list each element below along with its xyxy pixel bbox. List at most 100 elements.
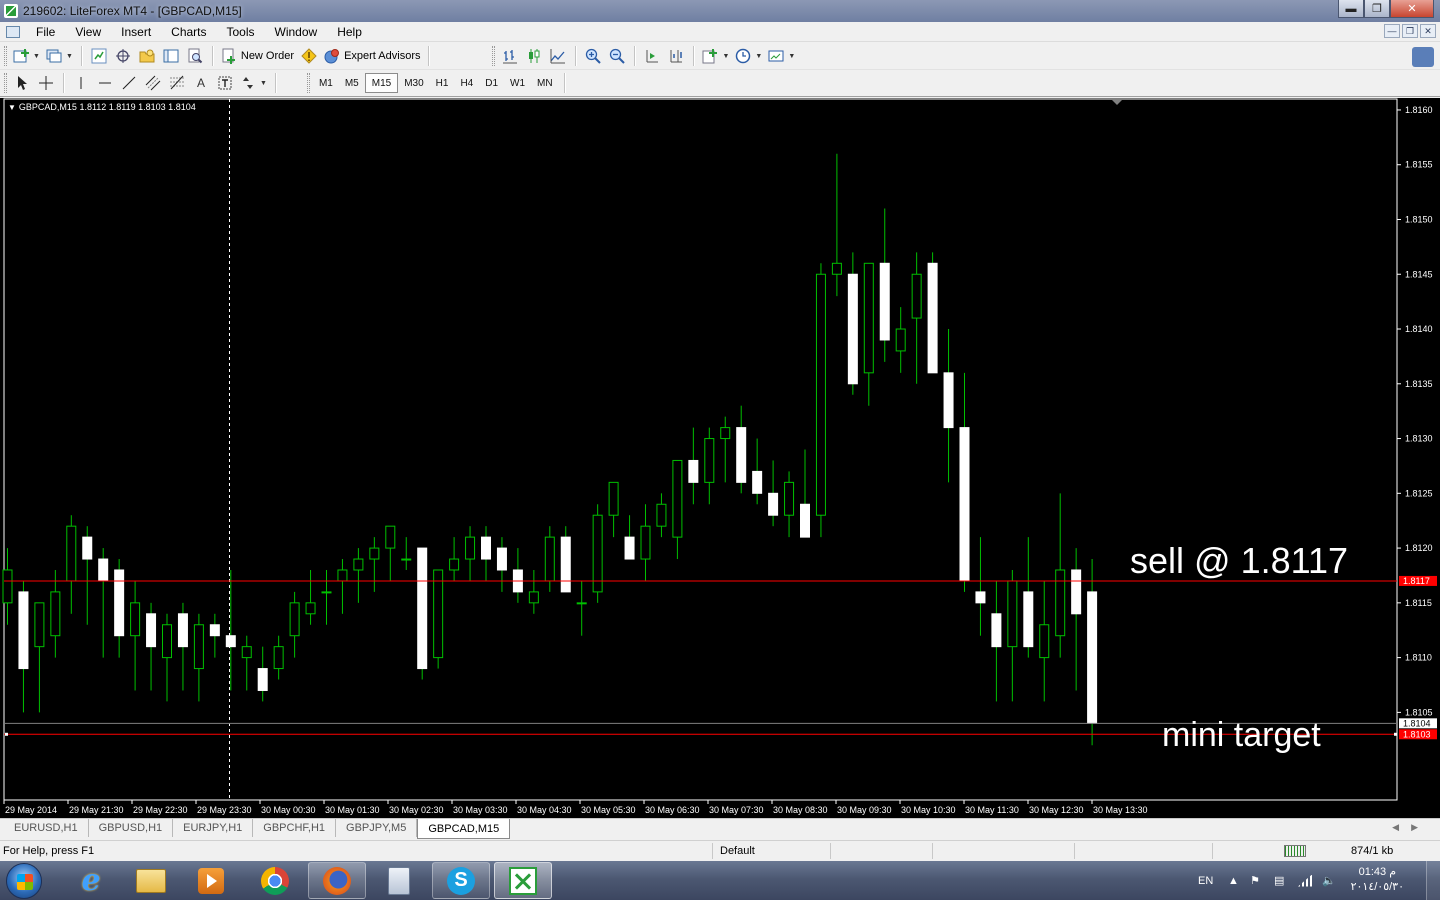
taskbar-firefox[interactable]: [308, 862, 366, 899]
bear-candle-body: [1071, 569, 1082, 615]
timeframe-h1[interactable]: H1: [430, 73, 455, 93]
crosshair-button[interactable]: [34, 72, 58, 94]
help-icon[interactable]: [1412, 47, 1434, 67]
menu-window[interactable]: Window: [265, 25, 328, 39]
toolbar-separator: [428, 46, 430, 66]
trendline-button[interactable]: [117, 72, 141, 94]
tab-gbpchf-h1[interactable]: GBPCHF,H1: [253, 819, 337, 837]
bull-candle-body: [895, 328, 906, 352]
tab-gbpusd-h1[interactable]: GBPUSD,H1: [89, 819, 174, 837]
market-watch-button[interactable]: [87, 45, 111, 67]
show-desktop-button[interactable]: [1426, 861, 1440, 900]
volume-icon[interactable]: 🔈: [1322, 861, 1336, 900]
line-chart-button[interactable]: [546, 45, 570, 67]
profiles-button[interactable]: ▼: [43, 45, 76, 67]
system-clock[interactable]: 01:43 م ٢٠١٤/٠٥/٣٠: [1351, 865, 1404, 895]
navigator-button[interactable]: [135, 45, 159, 67]
new-chart-button[interactable]: ▼: [10, 45, 43, 67]
taskbar-media-player[interactable]: [182, 862, 240, 899]
child-restore-button[interactable]: ❐: [1402, 24, 1418, 38]
zoom-in-button[interactable]: [581, 45, 605, 67]
taskbar-file-explorer[interactable]: [122, 862, 180, 899]
clock-time: 01:43 م: [1358, 866, 1396, 878]
bear-candle-body: [752, 470, 763, 494]
tab-eurjpy-h1[interactable]: EURJPY,H1: [173, 819, 254, 837]
timeframe-mn[interactable]: MN: [531, 73, 559, 93]
taskbar-metatrader[interactable]: [494, 862, 552, 899]
metaeditor-button[interactable]: [297, 45, 321, 67]
vertical-line-button[interactable]: [69, 72, 93, 94]
show-hidden-icons-button[interactable]: ▲: [1228, 861, 1239, 900]
toolbar-grip[interactable]: [306, 73, 310, 93]
chart-window[interactable]: 1.8160 1.8155 1.8150 1.8145 1.8140 1.8135 1.81…: [0, 98, 1440, 818]
x-axis-label: 30 May 00:30: [261, 805, 316, 815]
timeframe-m5[interactable]: M5: [339, 73, 365, 93]
minimize-button[interactable]: ▬: [1338, 0, 1364, 18]
bull-candle-body: [241, 646, 252, 659]
price-chart[interactable]: 1.8160 1.8155 1.8150 1.8145 1.8140 1.8135 1.81…: [0, 98, 1440, 818]
child-close-button[interactable]: ✕: [1420, 24, 1436, 38]
periods-button[interactable]: ▼: [732, 45, 765, 67]
menu-tools[interactable]: Tools: [217, 25, 265, 39]
tab-gbpcad-m15[interactable]: GBPCAD,M15: [417, 819, 511, 839]
taskbar-internet-explorer[interactable]: e: [62, 862, 120, 899]
chart-window-icon[interactable]: [6, 25, 20, 38]
menu-help[interactable]: Help: [327, 25, 372, 39]
zoom-out-button[interactable]: [605, 45, 629, 67]
start-button[interactable]: [6, 863, 42, 899]
collapse-triangle-icon[interactable]: ▼: [8, 103, 16, 112]
menu-insert[interactable]: Insert: [111, 25, 161, 39]
candle: [895, 307, 906, 373]
timeframe-m1[interactable]: M1: [313, 73, 339, 93]
toolbar-grip[interactable]: [4, 46, 7, 66]
tab-gbpjpy-m5[interactable]: GBPJPY,M5: [336, 819, 418, 837]
candlestick-chart-button[interactable]: [522, 45, 546, 67]
data-window-button[interactable]: [111, 45, 135, 67]
bull-candle-body: [321, 591, 332, 594]
horizontal-line-button[interactable]: [93, 72, 117, 94]
action-center-icon[interactable]: ⚑: [1250, 861, 1260, 900]
device-icon[interactable]: ▤: [1274, 861, 1284, 900]
chart-shift-button[interactable]: [664, 45, 688, 67]
auto-scroll-button[interactable]: [640, 45, 664, 67]
language-indicator[interactable]: EN: [1198, 861, 1213, 900]
text-button[interactable]: A: [189, 72, 213, 94]
tab-scroll-arrows[interactable]: ◀▶: [1392, 822, 1430, 833]
timeframe-d1[interactable]: D1: [479, 73, 504, 93]
candle: [736, 405, 747, 494]
menu-file[interactable]: File: [26, 25, 65, 39]
text-label-icon: [217, 75, 233, 91]
strategy-tester-button[interactable]: [183, 45, 207, 67]
text-label-button[interactable]: [213, 72, 237, 94]
candle: [656, 493, 667, 538]
taskbar-calculator[interactable]: [370, 862, 428, 899]
timeframe-m30[interactable]: M30: [398, 73, 429, 93]
vertical-line-icon: [73, 75, 89, 91]
expert-advisors-button[interactable]: Expert Advisors: [321, 45, 423, 67]
child-minimize-button[interactable]: —: [1384, 24, 1400, 38]
equidistant-channel-button[interactable]: [141, 72, 165, 94]
toolbar-grip[interactable]: [492, 46, 496, 66]
taskbar-skype[interactable]: S: [432, 862, 490, 899]
toolbar-grip[interactable]: [4, 73, 7, 93]
cursor-button[interactable]: [10, 72, 34, 94]
taskbar-chrome[interactable]: [246, 862, 304, 899]
new-order-button[interactable]: New Order: [218, 45, 297, 67]
indicators-button[interactable]: ▼: [699, 45, 732, 67]
menu-charts[interactable]: Charts: [161, 25, 216, 39]
arrows-button[interactable]: ▼: [237, 72, 270, 94]
terminal-button[interactable]: [159, 45, 183, 67]
timeframe-m15[interactable]: M15: [364, 73, 399, 93]
fibonacci-button[interactable]: [165, 72, 189, 94]
bar-chart-button[interactable]: [498, 45, 522, 67]
templates-button[interactable]: ▼: [765, 45, 798, 67]
network-signal-icon[interactable]: [1298, 861, 1312, 900]
app-logo-icon: [4, 4, 18, 18]
close-button[interactable]: ✕: [1390, 0, 1434, 18]
timeframe-h4[interactable]: H4: [454, 73, 479, 93]
tab-eurusd-h1[interactable]: EURUSD,H1: [4, 819, 89, 837]
menu-view[interactable]: View: [65, 25, 111, 39]
timeframe-w1[interactable]: W1: [504, 73, 531, 93]
candle: [512, 548, 523, 603]
maximize-button[interactable]: ❐: [1364, 0, 1390, 18]
